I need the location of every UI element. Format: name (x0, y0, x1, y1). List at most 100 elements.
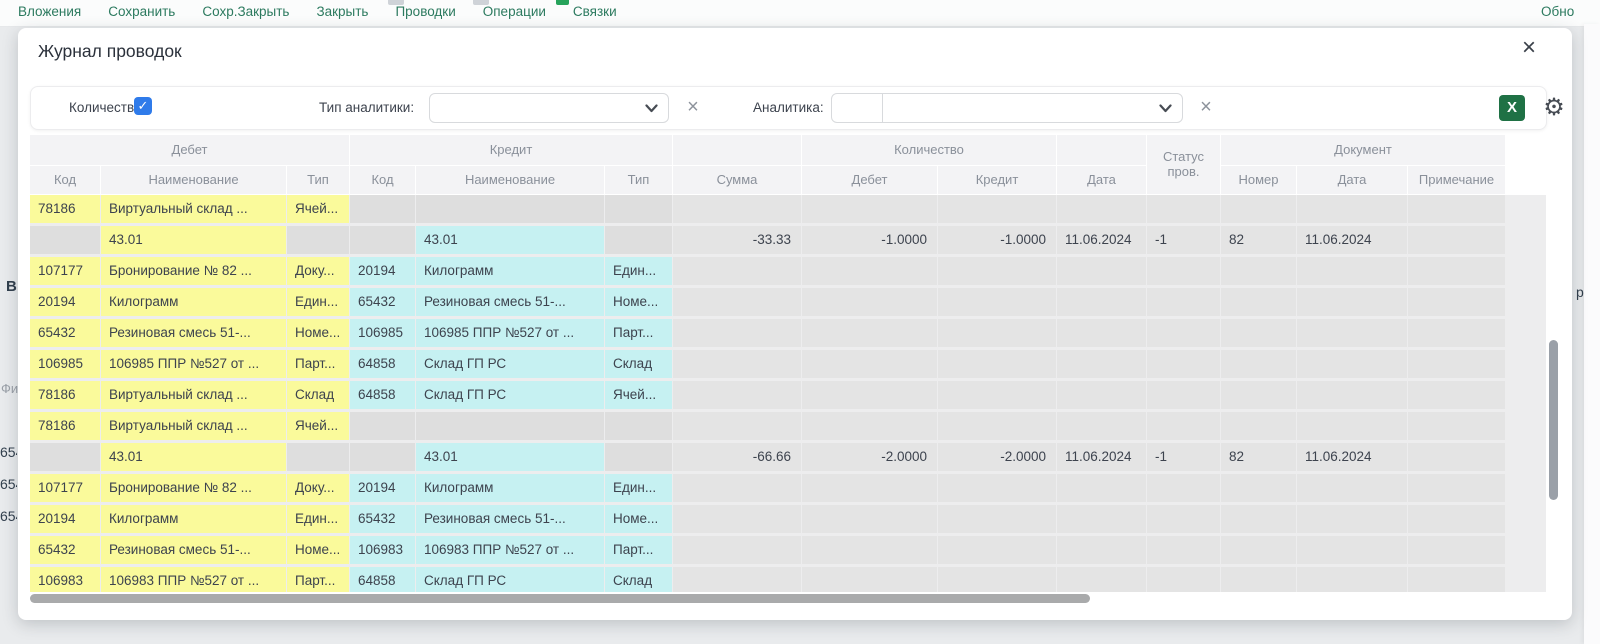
qty-credit-cell[interactable]: -1.0000 (938, 226, 1056, 254)
debit-name-cell[interactable]: Виртуальный склад ... (101, 195, 286, 223)
debit-name-cell[interactable]: 43.01 (101, 443, 286, 471)
credit-name-cell[interactable] (416, 195, 604, 223)
credit-code-cell[interactable] (350, 443, 415, 471)
menu-item[interactable]: Проводки (395, 4, 455, 19)
status-cell[interactable] (1147, 350, 1220, 378)
column-header-status[interactable]: Статус пров. (1147, 135, 1220, 194)
debit-name-cell[interactable]: 106985 ППР №527 от ... (101, 350, 286, 378)
column-header-qty-debit[interactable]: Дебет (802, 166, 937, 194)
credit-name-cell[interactable]: Склад ГП РС (416, 567, 604, 592)
qty-credit-cell[interactable] (938, 350, 1056, 378)
date-cell[interactable] (1057, 288, 1146, 316)
qty-debit-cell[interactable] (802, 412, 937, 440)
debit-code-cell[interactable]: 107177 (30, 257, 100, 285)
debit-type-cell[interactable]: Ячей... (287, 195, 349, 223)
table-row-summary[interactable]: 43.0143.01-66.66-2.0000-2.000011.06.2024… (30, 443, 1546, 471)
debit-name-cell[interactable]: 43.01 (101, 226, 286, 254)
credit-code-cell[interactable]: 106985 (350, 319, 415, 347)
note-cell[interactable] (1408, 350, 1505, 378)
credit-type-cell[interactable]: Склад (605, 350, 672, 378)
credit-type-cell[interactable] (605, 443, 672, 471)
doc-date-cell[interactable] (1297, 319, 1407, 347)
column-header-note[interactable]: Примечание (1408, 166, 1505, 194)
doc-number-cell[interactable] (1221, 195, 1296, 223)
doc-number-cell[interactable] (1221, 319, 1296, 347)
credit-code-cell[interactable]: 20194 (350, 257, 415, 285)
credit-code-cell[interactable]: 64858 (350, 350, 415, 378)
debit-type-cell[interactable]: Номе... (287, 319, 349, 347)
column-header-doc-number[interactable]: Номер (1221, 166, 1296, 194)
status-cell[interactable] (1147, 536, 1220, 564)
debit-type-cell[interactable]: Номе... (287, 536, 349, 564)
status-cell[interactable]: -1 (1147, 443, 1220, 471)
debit-name-cell[interactable]: Виртуальный склад ... (101, 381, 286, 409)
credit-type-cell[interactable]: Парт... (605, 536, 672, 564)
settings-button[interactable]: ⚙ (1539, 91, 1569, 123)
qty-credit-cell[interactable] (938, 536, 1056, 564)
doc-number-cell[interactable] (1221, 381, 1296, 409)
credit-code-cell[interactable]: 64858 (350, 381, 415, 409)
doc-date-cell[interactable] (1297, 288, 1407, 316)
qty-debit-cell[interactable] (802, 567, 937, 592)
menu-item-refresh[interactable]: Обно (1541, 4, 1574, 19)
column-header-sum[interactable]: Сумма (673, 166, 801, 194)
doc-number-cell[interactable] (1221, 412, 1296, 440)
debit-code-cell[interactable]: 65432 (30, 536, 100, 564)
table-row[interactable]: 78186Виртуальный склад ...Ячей... (30, 412, 1546, 440)
debit-name-cell[interactable]: Килограмм (101, 288, 286, 316)
column-header-credit-code[interactable]: Код (350, 166, 415, 194)
note-cell[interactable] (1408, 195, 1505, 223)
debit-code-cell[interactable]: 78186 (30, 412, 100, 440)
credit-code-cell[interactable]: 64858 (350, 567, 415, 592)
close-button[interactable]: × (1514, 34, 1544, 64)
sum-cell[interactable] (673, 505, 801, 533)
date-cell[interactable]: 11.06.2024 (1057, 226, 1146, 254)
note-cell[interactable] (1408, 257, 1505, 285)
debit-name-cell[interactable]: Виртуальный склад ... (101, 412, 286, 440)
sum-cell[interactable] (673, 474, 801, 502)
column-header-debit-code[interactable]: Код (30, 166, 100, 194)
analytics-clear-button[interactable]: × (1196, 95, 1216, 121)
debit-type-cell[interactable]: Един... (287, 505, 349, 533)
credit-code-cell[interactable]: 65432 (350, 505, 415, 533)
quantity-checkbox[interactable]: ✓ (134, 97, 152, 115)
table-row[interactable]: 65432Резиновая смесь 51-...Номе...106983… (30, 536, 1546, 564)
debit-type-cell[interactable]: Склад (287, 381, 349, 409)
date-cell[interactable] (1057, 350, 1146, 378)
debit-code-cell[interactable]: 78186 (30, 381, 100, 409)
date-cell[interactable] (1057, 319, 1146, 347)
debit-code-cell[interactable]: 106985 (30, 350, 100, 378)
qty-debit-cell[interactable] (802, 505, 937, 533)
note-cell[interactable] (1408, 443, 1505, 471)
doc-date-cell[interactable] (1297, 381, 1407, 409)
credit-name-cell[interactable] (416, 412, 604, 440)
date-cell[interactable] (1057, 257, 1146, 285)
credit-type-cell[interactable]: Един... (605, 257, 672, 285)
qty-debit-cell[interactable] (802, 536, 937, 564)
note-cell[interactable] (1408, 412, 1505, 440)
sum-cell[interactable] (673, 350, 801, 378)
date-cell[interactable] (1057, 381, 1146, 409)
analytics-select[interactable] (831, 93, 1183, 123)
debit-type-cell[interactable]: Един... (287, 288, 349, 316)
credit-code-cell[interactable]: 20194 (350, 474, 415, 502)
note-cell[interactable] (1408, 319, 1505, 347)
qty-debit-cell[interactable] (802, 474, 937, 502)
date-cell[interactable] (1057, 567, 1146, 592)
debit-code-cell[interactable]: 106983 (30, 567, 100, 592)
credit-type-cell[interactable]: Парт... (605, 319, 672, 347)
sum-cell[interactable] (673, 288, 801, 316)
debit-type-cell[interactable]: Ячей... (287, 412, 349, 440)
doc-number-cell[interactable] (1221, 350, 1296, 378)
qty-debit-cell[interactable] (802, 195, 937, 223)
menu-item[interactable]: Связки (573, 4, 617, 19)
doc-number-cell[interactable] (1221, 536, 1296, 564)
debit-type-cell[interactable]: Парт... (287, 350, 349, 378)
debit-type-cell[interactable] (287, 443, 349, 471)
menu-item[interactable]: Операции (483, 4, 546, 19)
debit-code-cell[interactable]: 20194 (30, 288, 100, 316)
table-row[interactable]: 107177Бронирование № 82 ...Доку...20194К… (30, 474, 1546, 502)
doc-date-cell[interactable] (1297, 350, 1407, 378)
status-cell[interactable] (1147, 288, 1220, 316)
table-row[interactable]: 107177Бронирование № 82 ...Доку...20194К… (30, 257, 1546, 285)
